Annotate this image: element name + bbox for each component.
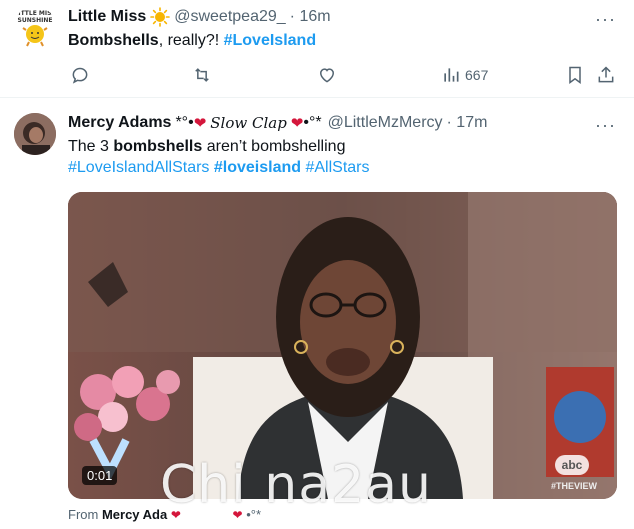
show-tag: #THEVIEW [550, 481, 597, 491]
little-miss-sunshine-avatar: LITTLE MISS SUNSHINE [14, 6, 56, 48]
red-heart-icon: ❤ [290, 115, 304, 132]
bookmark-button[interactable] [565, 64, 585, 86]
retweet-icon [195, 68, 209, 82]
video-player[interactable]: 0:01 abc #THEVIEW [68, 192, 617, 499]
reply-button[interactable] [70, 64, 90, 86]
views-icon [444, 68, 459, 82]
tweet-text-bold: Bombshells [68, 32, 159, 49]
red-heart-icon: ❤ [193, 115, 207, 132]
tweet-text-plain: , really?! [158, 32, 224, 49]
name-script: Slow Clap [210, 114, 287, 132]
tweet-text-plain: The 3 [68, 138, 114, 155]
tweet-text-plain: aren’t bombshelling [202, 138, 346, 155]
author-handle[interactable]: @sweetpea29_ [174, 8, 285, 26]
tweet-text: Bombshells, really?! #LoveIsland [68, 30, 316, 51]
tweet-text: The 3 bombshells aren’t bombshelling [68, 136, 345, 157]
tweet-little-miss[interactable]: LITTLE MISS SUNSHINE Little Miss @sweetp… [0, 0, 634, 98]
bookmark-icon [569, 66, 581, 84]
tweet-header: Little Miss @sweetpea29_ · 16m [68, 7, 331, 27]
tweet-actions: 667 [68, 64, 620, 86]
profile-photo [14, 113, 56, 155]
video-timestamp: 0:01 [82, 466, 118, 485]
sun-emoji-icon [150, 7, 171, 27]
from-name[interactable]: Mercy Ada [102, 507, 167, 522]
hashtag-link[interactable]: #loveisland [214, 159, 301, 176]
tweet-time[interactable]: · 17m [447, 114, 488, 132]
network-logo: abc [555, 455, 589, 475]
share-button[interactable] [596, 64, 616, 86]
avatar[interactable] [14, 113, 56, 155]
views-button[interactable]: 667 [441, 64, 488, 86]
heart-icon [319, 68, 335, 83]
from-label: From [68, 507, 102, 522]
tweet-time[interactable]: · 16m [290, 8, 331, 26]
watermark: Chi na2au [160, 455, 432, 515]
avatar[interactable]: LITTLE MISS SUNSHINE [14, 6, 56, 48]
video-frame [68, 192, 617, 499]
name-decoration-left: *°• [175, 114, 194, 131]
views-count: 667 [465, 67, 489, 83]
svg-text:SUNSHINE: SUNSHINE [18, 17, 53, 24]
tweet-text-bold: bombshells [113, 138, 203, 155]
author-name[interactable]: Mercy Adams [68, 114, 171, 132]
reply-icon [72, 67, 88, 84]
like-button[interactable] [317, 64, 337, 86]
hashtag-link[interactable]: #LoveIslandAllStars [68, 159, 209, 176]
hashtag-link[interactable]: #AllStars [305, 159, 369, 176]
hashtag-link[interactable]: #LoveIsland [224, 32, 316, 49]
author-name[interactable]: Little Miss [68, 8, 146, 26]
name-decoration-right: •°* [303, 114, 322, 131]
more-icon[interactable]: ··· [595, 10, 616, 28]
tweet-hashtags: #LoveIslandAllStars #loveisland #AllStar… [68, 157, 370, 178]
tweet-header: Mercy Adams *°• ❤ Slow Clap ❤ •°* @Littl… [68, 113, 487, 133]
retweet-button[interactable] [192, 64, 212, 86]
share-icon [598, 66, 614, 83]
author-handle[interactable]: @LittleMzMercy [328, 114, 443, 132]
svg-text:LITTLE MISS: LITTLE MISS [15, 10, 56, 17]
more-icon[interactable]: ··· [595, 116, 616, 134]
